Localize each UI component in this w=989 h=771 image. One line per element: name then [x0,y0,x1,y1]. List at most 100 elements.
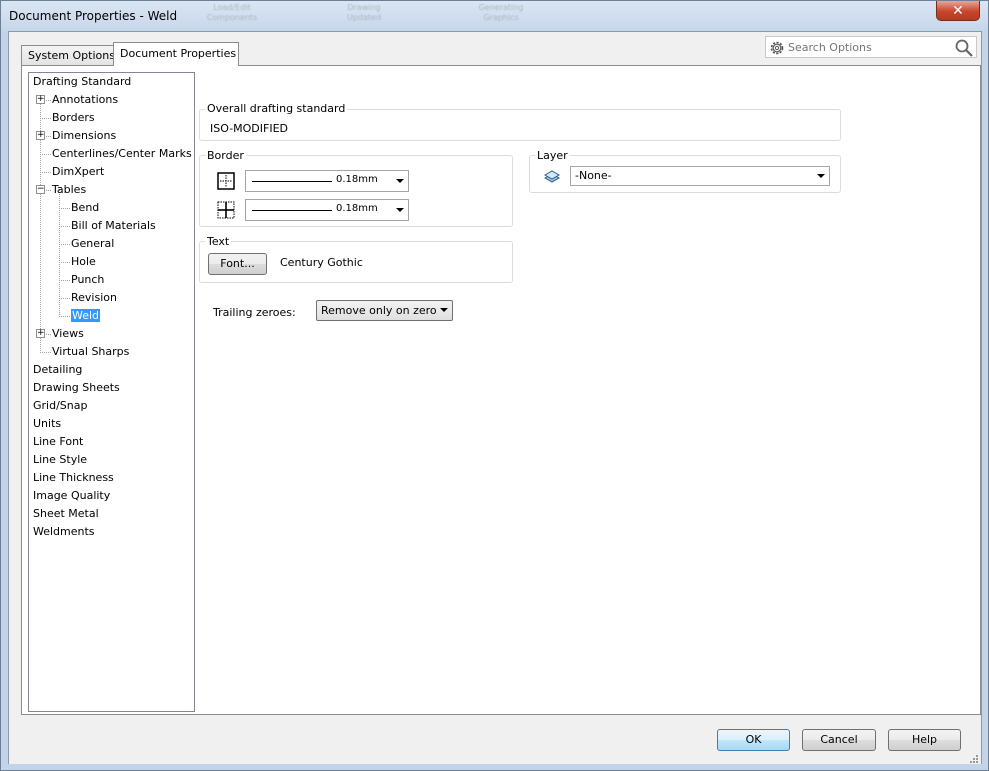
layer-value: -None- [575,169,612,182]
chevron-down-icon [396,179,404,183]
tree-guide-line [59,280,70,281]
tree-item-general[interactable]: General [71,235,114,253]
tree-item-punch[interactable]: Punch [71,271,104,289]
line-sample [252,181,332,182]
tree-item-units[interactable]: Units [33,415,61,433]
tree-guide-line [40,154,51,155]
tree-guide-line [40,352,51,353]
border-outer-thickness-select[interactable]: 0.18mm [245,170,409,192]
tree-item-label: Drafting Standard [33,75,132,88]
chevron-down-icon [440,308,448,312]
tree-item-label: Punch [71,273,105,286]
tree-item-line-font[interactable]: Line Font [33,433,83,451]
tree-item-weldments[interactable]: Weldments [33,523,95,541]
tree-guide-line [59,316,70,317]
tree-item-label: Views [52,327,84,340]
tree-item-dimensions[interactable]: Dimensions [52,127,116,145]
tab-system-options[interactable]: System Options [21,45,115,66]
dialog-client: System Options Document Properties Draft… [8,31,982,764]
layer-icon [543,170,561,183]
tree-item-tables[interactable]: Tables [52,181,86,199]
tree-item-label: Annotations [52,93,119,106]
tree-collapse-icon[interactable]: − [36,185,45,194]
tree-item-centerlines-center-marks[interactable]: Centerlines/Center Marks [52,145,192,163]
text-label: Text [205,235,232,248]
close-button[interactable]: ✕ [936,1,980,21]
tree-item-weld[interactable]: Weld [71,307,101,325]
tree-item-label: Hole [71,255,96,268]
tree-item-label: Virtual Sharps [52,345,130,358]
tree-item-dimxpert[interactable]: DimXpert [52,163,104,181]
tree-item-label: Drawing Sheets [33,381,120,394]
document-properties-panel: Drafting Standard + Annotations Borders + Dim… [21,65,981,715]
gear-icon[interactable] [769,40,785,56]
tree-item-bend[interactable]: Bend [71,199,99,217]
border-outer-value: 0.18mm [336,174,378,185]
tree-item-label: Image Quality [33,489,111,502]
border-inner-thickness-select[interactable]: 0.18mm [245,199,409,221]
tree-item-hole[interactable]: Hole [71,253,96,271]
tree-item-sheet-metal[interactable]: Sheet Metal [33,505,99,523]
tab-document-properties[interactable]: Document Properties [113,42,239,66]
tree-item-label: Bend [71,201,100,214]
font-button[interactable]: Font... [208,253,267,275]
tree-item-grid-snap[interactable]: Grid/Snap [33,397,87,415]
dialog-window: Document Properties - Weld Load/Edit Com… [0,0,989,771]
layer-select[interactable]: -None- [570,166,830,186]
tree-item-annotations[interactable]: Annotations [52,91,118,109]
background-ribbon-label: Generating Graphics [478,3,524,22]
tree-item-label: Line Thickness [33,471,114,484]
tree-item-label: Centerlines/Center Marks [52,147,192,160]
trailing-zeroes-select[interactable]: Remove only on zero [316,300,453,321]
overall-standard-value: ISO-MODIFIED [210,122,289,135]
tree-item-label: Line Font [33,435,84,448]
tree-guide-line [59,262,70,263]
tree-item-virtual-sharps[interactable]: Virtual Sharps [52,343,129,361]
tree-guide-line [59,226,70,227]
search-icon[interactable] [954,39,974,57]
help-button[interactable]: Help [888,729,961,751]
border-label: Border [205,149,246,162]
tree-item-detailing[interactable]: Detailing [33,361,82,379]
border-inner-icon [217,201,235,219]
tree-item-line-style[interactable]: Line Style [33,451,87,469]
tree-expand-icon[interactable]: + [36,95,45,104]
button-bar: OK Cancel Help [9,716,981,764]
chevron-down-icon [396,208,404,212]
tree-expand-icon[interactable]: + [36,131,45,140]
tree-guide-line [40,172,51,173]
tree-item-label: Dimensions [52,129,117,142]
tree-item-line-thickness[interactable]: Line Thickness [33,469,114,487]
chevron-down-icon [817,174,825,178]
tree-expand-icon[interactable]: + [36,329,45,338]
overall-standard-label: Overall drafting standard [205,102,348,115]
tree-item-label: Weldments [33,525,95,538]
trailing-zeroes-value: Remove only on zero [321,304,437,317]
window-title: Document Properties - Weld [9,9,178,23]
line-sample [252,210,332,211]
tree-item-label: Units [33,417,62,430]
tree-item-image-quality[interactable]: Image Quality [33,487,110,505]
tree-item-views[interactable]: Views [52,325,84,343]
tree-item-revision[interactable]: Revision [71,289,117,307]
tree-item-bill-of-materials[interactable]: Bill of Materials [71,217,156,235]
resize-grip-icon[interactable] [969,754,979,764]
tree-guide-line [59,244,70,245]
tree-item-borders[interactable]: Borders [52,109,95,127]
options-tree[interactable]: Drafting Standard + Annotations Borders + Dim… [28,72,195,712]
tree-item-drawing-sheets[interactable]: Drawing Sheets [33,379,120,397]
tree-item-drafting-standard[interactable]: Drafting Standard [33,73,131,91]
border-inner-value: 0.18mm [336,203,378,214]
ok-button[interactable]: OK [717,729,790,751]
cancel-button[interactable]: Cancel [802,729,876,751]
tree-item-label: Borders [52,111,95,124]
tree-guide-line [59,298,70,299]
tree-item-label: Revision [71,291,117,304]
close-icon: ✕ [952,2,964,19]
search-box[interactable] [765,36,977,58]
title-bar[interactable]: Document Properties - Weld Load/Edit Com… [1,1,988,31]
tree-guide-line [59,208,70,209]
tree-item-label: DimXpert [52,165,105,178]
tree-item-label: General [71,237,115,250]
search-input[interactable] [786,39,946,55]
